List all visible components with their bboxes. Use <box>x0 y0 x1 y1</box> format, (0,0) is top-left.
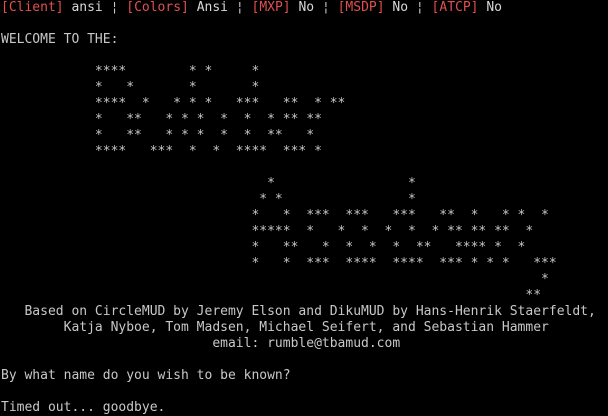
separator: ¦ <box>415 0 432 15</box>
msdp-tag: [MSDP] <box>337 0 385 15</box>
timeout-message: Timed out... goodbye. <box>1 400 166 415</box>
banner-line: **** * * * <box>1 64 260 79</box>
mxp-tag: [MXP] <box>251 0 291 15</box>
separator: ¦ <box>235 0 252 15</box>
msdp-value: No <box>384 0 416 15</box>
terminal-screen[interactable]: [Client] ansi ¦ [Colors] Ansi ¦ [MXP] No… <box>0 0 608 416</box>
banner-line: * * * * <box>1 80 260 95</box>
credits-email: email: rumble@tbamud.com <box>1 336 401 351</box>
banner-line: ** <box>1 288 542 303</box>
status-bar: [Client] ansi ¦ [Colors] Ansi ¦ [MXP] No… <box>1 0 608 16</box>
client-tag: [Client] <box>1 0 64 15</box>
separator: ¦ <box>110 0 127 15</box>
atcp-value: No <box>478 0 502 15</box>
banner-line: * * * <box>1 192 416 207</box>
banner-line: **** *** * * **** *** * <box>1 144 322 159</box>
login-prompt: By what name do you wish to be known? <box>1 368 291 383</box>
separator: ¦ <box>321 0 338 15</box>
banner-line: * ** * * * * * ** * <box>1 128 315 143</box>
colors-value: Ansi <box>188 0 236 15</box>
banner-line <box>1 160 608 176</box>
banner-line: **** * * * * *** ** * ** <box>1 96 346 111</box>
banner-line: * * <box>1 176 416 191</box>
banner-line: * ** * * * * ** **** * * <box>1 240 526 255</box>
banner-line: * * *** **** **** *** * * * *** <box>1 256 557 271</box>
client-value: ansi <box>63 0 111 15</box>
welcome-text: WELCOME TO THE: <box>1 32 119 47</box>
banner-line: * * *** *** *** ** * * * * <box>1 208 549 223</box>
credits-line: Katja Nyboe, Tom Madsen, Michael Seifert… <box>1 320 549 335</box>
credits-line: Based on CircleMUD by Jeremy Elson and D… <box>1 304 596 319</box>
atcp-tag: [ATCP] <box>431 0 479 15</box>
banner-line: * <box>1 272 549 287</box>
banner-line: ***** * * * * * * ** ** ** * <box>1 224 534 239</box>
mxp-value: No <box>290 0 322 15</box>
banner-line: * ** * * * * * * ** ** <box>1 112 322 127</box>
colors-tag: [Colors] <box>126 0 189 15</box>
